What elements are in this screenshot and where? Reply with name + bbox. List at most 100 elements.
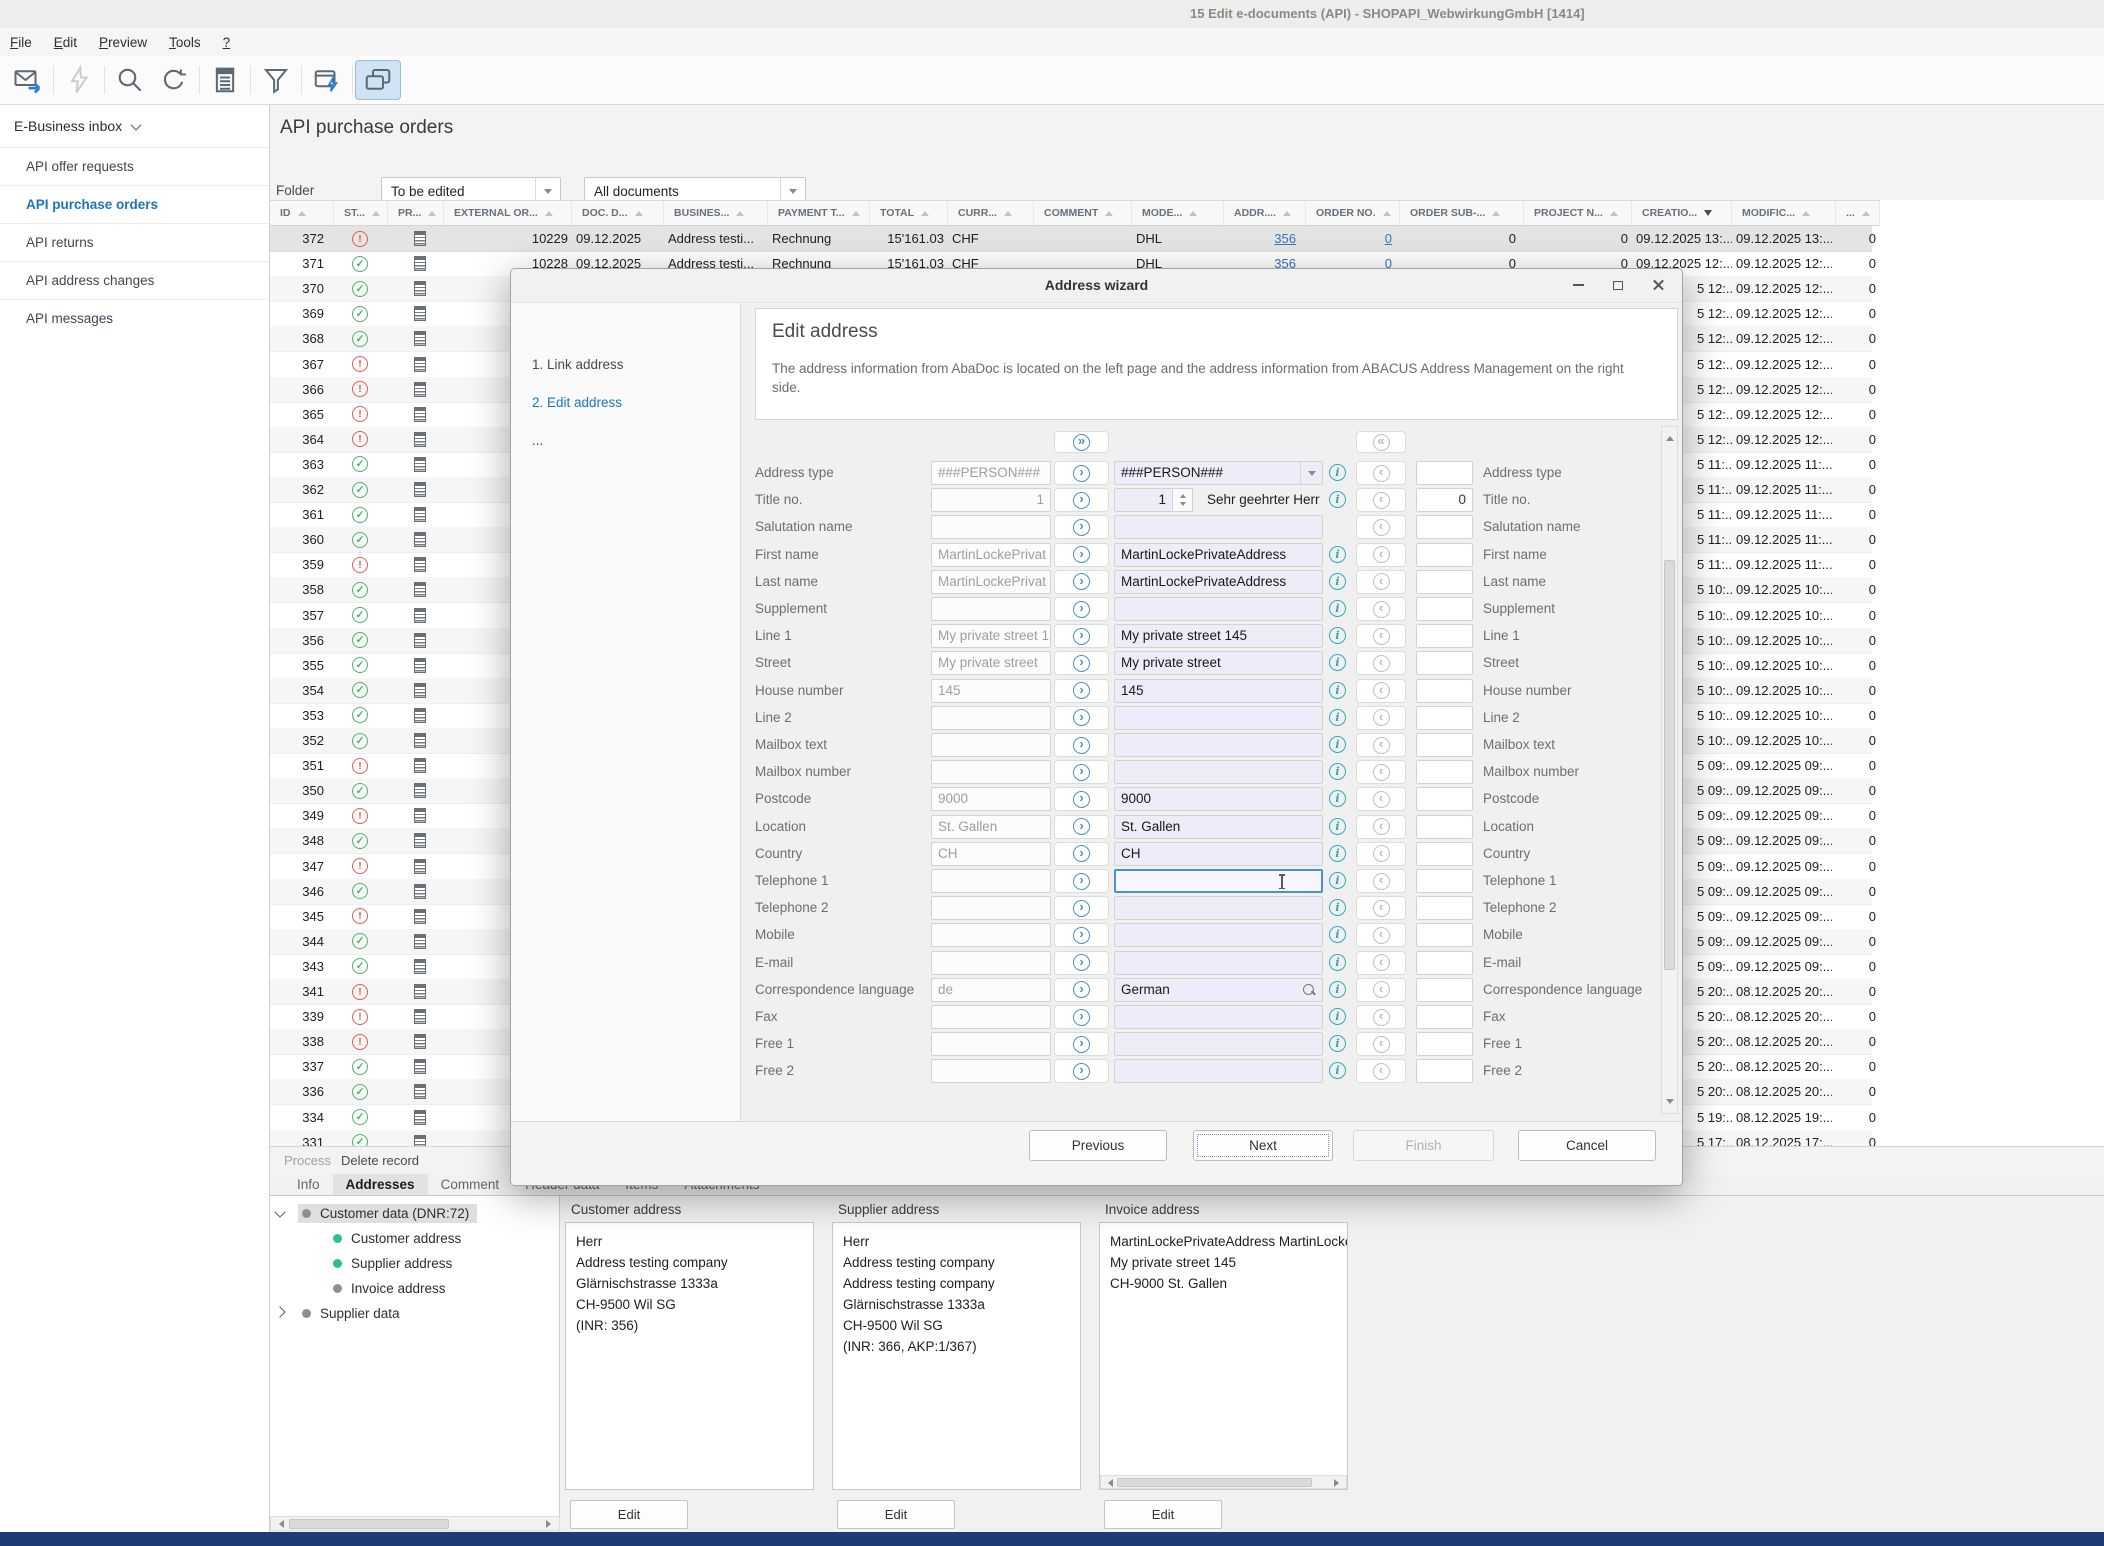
sidebar-item-api-offer-requests[interactable]: API offer requests: [0, 147, 269, 185]
abadoc-supplement-field[interactable]: [931, 597, 1051, 621]
info-icon[interactable]: i: [1329, 682, 1346, 699]
info-icon[interactable]: i: [1329, 790, 1346, 807]
copy-right-button[interactable]: ›: [1054, 978, 1109, 1002]
info-icon[interactable]: i: [1329, 954, 1346, 971]
copy-left-button[interactable]: ‹: [1356, 543, 1406, 567]
copy-right-button[interactable]: ›: [1054, 787, 1109, 811]
previous-button[interactable]: Previous: [1029, 1130, 1167, 1161]
sidebar-header[interactable]: E-Business inbox: [0, 105, 269, 147]
refresh-icon[interactable]: [152, 61, 196, 99]
abacus-country-field[interactable]: CH: [1114, 842, 1323, 866]
copy-right-button[interactable]: ›: [1054, 760, 1109, 784]
abacus-line-1-field[interactable]: My private street 145: [1114, 624, 1323, 648]
abadoc-last-name-field[interactable]: MartinLockePrivat: [931, 570, 1051, 594]
copy-right-button[interactable]: ›: [1054, 597, 1109, 621]
scroll-down-icon[interactable]: [1666, 1099, 1674, 1108]
abadoc-mobile-field[interactable]: [931, 923, 1051, 947]
extra-location-field[interactable]: [1416, 815, 1473, 839]
spinner-up-icon[interactable]: [1180, 491, 1186, 498]
abadoc-country-field[interactable]: CH: [931, 842, 1051, 866]
copy-right-button[interactable]: ›: [1054, 1059, 1109, 1083]
abadoc-first-name-field[interactable]: MartinLockePrivat: [931, 543, 1051, 567]
copy-right-button[interactable]: ›: [1054, 733, 1109, 757]
abacus-address-type-field[interactable]: ###PERSON###: [1114, 461, 1323, 485]
copy-right-button[interactable]: ›: [1054, 624, 1109, 648]
copy-left-button[interactable]: ‹: [1356, 896, 1406, 920]
abacus-salutation-name-field[interactable]: [1114, 515, 1323, 539]
tab-addresses[interactable]: Addresses: [333, 1174, 428, 1195]
abacus-first-name-field[interactable]: MartinLockePrivateAddress: [1114, 543, 1323, 567]
abadoc-free-1-field[interactable]: [931, 1032, 1051, 1056]
info-icon[interactable]: i: [1329, 763, 1346, 780]
info-icon[interactable]: i: [1329, 491, 1346, 508]
info-icon[interactable]: i: [1329, 654, 1346, 671]
copy-left-button[interactable]: ‹: [1356, 515, 1406, 539]
copy-left-button[interactable]: ‹: [1356, 869, 1406, 893]
info-icon[interactable]: i: [1329, 1008, 1346, 1025]
abacus-postcode-field[interactable]: 9000: [1114, 787, 1323, 811]
edit-supplier-address-button[interactable]: Edit: [837, 1500, 955, 1529]
scroll-left-icon[interactable]: [275, 1520, 284, 1528]
abadoc-correspondence-language-field[interactable]: de: [931, 978, 1051, 1002]
copy-right-button[interactable]: ›: [1054, 488, 1109, 512]
abadoc-mailbox-text-field[interactable]: [931, 733, 1051, 757]
finish-button[interactable]: Finish: [1353, 1130, 1494, 1161]
column-header-addr[interactable]: ADDR....: [1224, 201, 1306, 225]
info-icon[interactable]: i: [1329, 546, 1346, 563]
abacus-line-2-field[interactable]: [1114, 706, 1323, 730]
info-icon[interactable]: i: [1329, 600, 1346, 617]
copy-left-button[interactable]: ‹: [1356, 461, 1406, 485]
abadoc-street-field[interactable]: My private street: [931, 651, 1051, 675]
copy-left-button[interactable]: ‹: [1356, 923, 1406, 947]
abadoc-telephone-2-field[interactable]: [931, 896, 1051, 920]
delete-record-button[interactable]: Delete record: [341, 1153, 419, 1168]
abadoc-title-no-field[interactable]: 1: [931, 488, 1051, 512]
info-icon[interactable]: i: [1329, 872, 1346, 889]
column-header-project-n[interactable]: PROJECT N...: [1524, 201, 1632, 225]
copy-left-button[interactable]: ‹: [1356, 787, 1406, 811]
abadoc-line-2-field[interactable]: [931, 706, 1051, 730]
extra-house-number-field[interactable]: [1416, 679, 1473, 703]
number-spinner[interactable]: [1173, 488, 1193, 512]
chevron-down-icon[interactable]: [1300, 462, 1322, 484]
info-icon[interactable]: i: [1329, 981, 1346, 998]
copy-right-button[interactable]: ›: [1054, 679, 1109, 703]
abadoc-salutation-name-field[interactable]: [931, 515, 1051, 539]
copy-left-button[interactable]: ‹: [1356, 651, 1406, 675]
column-header-payment-t[interactable]: PAYMENT T...: [768, 201, 870, 225]
extra-title-no-field[interactable]: 0: [1416, 488, 1473, 512]
scroll-right-icon[interactable]: [546, 1520, 555, 1528]
cell-order-no[interactable]: 0: [1310, 226, 1392, 251]
info-icon[interactable]: i: [1329, 709, 1346, 726]
process-button[interactable]: Process: [284, 1153, 331, 1168]
extra-first-name-field[interactable]: [1416, 543, 1473, 567]
extra-supplement-field[interactable]: [1416, 597, 1473, 621]
cancel-button[interactable]: Cancel: [1518, 1130, 1656, 1161]
mail-forward-icon[interactable]: [6, 61, 50, 99]
extra-last-name-field[interactable]: [1416, 570, 1473, 594]
info-icon[interactable]: i: [1329, 818, 1346, 835]
copy-left-button[interactable]: ‹: [1356, 679, 1406, 703]
search-icon[interactable]: [1303, 984, 1314, 995]
copy-left-button[interactable]: ‹: [1356, 488, 1406, 512]
copy-left-button[interactable]: ‹: [1356, 951, 1406, 975]
copy-right-button[interactable]: ›: [1054, 543, 1109, 567]
extra-mobile-field[interactable]: [1416, 923, 1473, 947]
tree-horizontal-scrollbar[interactable]: [270, 1516, 560, 1531]
copy-left-button[interactable]: ‹: [1356, 978, 1406, 1002]
extra-street-field[interactable]: [1416, 651, 1473, 675]
column-header-external-or[interactable]: EXTERNAL OR...: [444, 201, 572, 225]
tree-node-supplier-address[interactable]: Supplier address: [276, 1252, 460, 1274]
menu-item-tools[interactable]: Tools: [169, 35, 201, 50]
tab-info[interactable]: Info: [284, 1174, 333, 1195]
menu-item-help[interactable]: ?: [223, 35, 231, 50]
copy-right-button[interactable]: ›: [1054, 1032, 1109, 1056]
copy-right-button[interactable]: ›: [1054, 869, 1109, 893]
column-header-id[interactable]: ID: [270, 201, 334, 225]
abadoc-free-2-field[interactable]: [931, 1059, 1051, 1083]
abacus-e-mail-field[interactable]: [1114, 951, 1323, 975]
column-header-st[interactable]: ST...: [334, 201, 388, 225]
minimize-icon[interactable]: [1566, 276, 1590, 294]
wizard-step-3[interactable]: ...: [532, 433, 543, 448]
tab-comment[interactable]: Comment: [428, 1174, 513, 1195]
